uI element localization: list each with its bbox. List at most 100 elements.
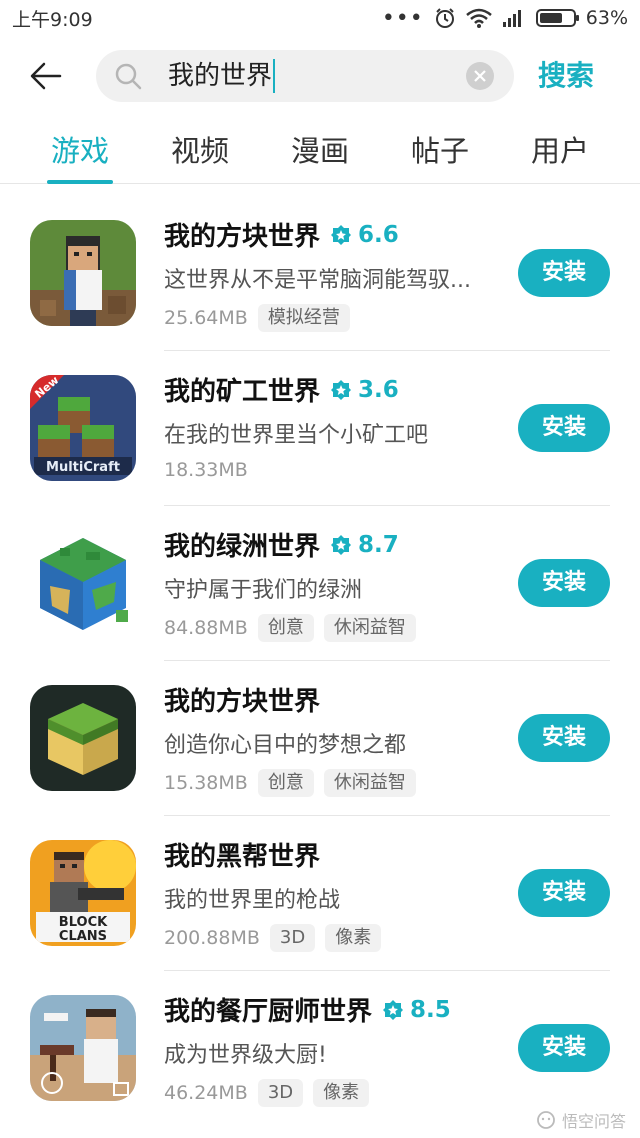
alarm-clock-icon (435, 8, 454, 28)
rating: 3.6 (330, 377, 399, 403)
app-description: 守护属于我们的绿洲 (164, 578, 363, 603)
rating: 8.7 (330, 532, 399, 558)
app-title: 我的绿洲世界 (164, 532, 321, 562)
clear-icon[interactable] (466, 62, 494, 90)
app-tag[interactable]: 休闲益智 (323, 614, 416, 642)
app-meta: 25.64MB 模拟经营 (164, 304, 350, 332)
status-time: 上午9:09 (12, 8, 93, 31)
app-list-item[interactable]: 我的绿洲世界 8.7 守护属于我们的绿洲 84.88MB 创意 休闲益智 安装 (0, 506, 640, 661)
signal-bars-icon (502, 10, 521, 27)
grass-block-icon (30, 685, 136, 791)
rating: 6.6 (330, 222, 399, 248)
app-name: 我的矿工世界 3.6 (164, 371, 399, 408)
chat-bubble-icon (537, 1111, 555, 1129)
app-list-item[interactable]: BLOCK CLANS 我的黑帮世界 我的世界里的枪战 200.88MB 3D … (0, 816, 640, 971)
app-tag[interactable]: 模拟经营 (257, 304, 350, 332)
app-description: 在我的世界里当个小矿工吧 (164, 423, 429, 448)
block-clans-icon: BLOCK CLANS (30, 840, 136, 946)
tab-videos[interactable]: 视频 (167, 124, 233, 184)
install-button[interactable]: 安装 (518, 869, 610, 917)
svg-text:MultiCraft: MultiCraft (46, 460, 120, 475)
app-list-item[interactable]: New MultiCraft 我的矿工世界 3.6 在我的世界里当个小矿工吧 1… (0, 351, 640, 506)
app-size: 84.88MB (164, 617, 248, 639)
battery-percent: 63% (585, 7, 628, 29)
restaurant-chef-icon (30, 995, 136, 1101)
tab-users[interactable]: 用户 (527, 124, 593, 184)
install-button[interactable]: 安装 (518, 559, 610, 607)
search-query-text: 我的世界 (168, 61, 273, 91)
app-list-item[interactable]: 我的方块世界 创造你心目中的梦想之都 15.38MB 创意 休闲益智 安装 (0, 661, 640, 816)
app-name: 我的绿洲世界 8.7 (164, 526, 399, 563)
app-meta: 18.33MB (164, 459, 248, 481)
block-world-character-icon (30, 220, 136, 326)
svg-text:CLANS: CLANS (59, 929, 107, 944)
watermark: 悟空问答 (536, 1108, 626, 1132)
app-size: 25.64MB (164, 307, 248, 329)
rating-value: 8.5 (410, 996, 451, 1023)
app-meta: 200.88MB 3D 像素 (164, 924, 382, 952)
rating: 8.5 (382, 997, 451, 1023)
rating-badge-icon (331, 534, 352, 555)
rating-badge-icon (331, 379, 352, 400)
search-icon (115, 63, 142, 90)
app-description: 这世界从不是平常脑洞能驾驭... (164, 268, 471, 293)
app-tag[interactable]: 创意 (257, 769, 314, 797)
rating-value: 8.7 (358, 531, 399, 558)
battery-icon (535, 9, 579, 27)
tab-comics[interactable]: 漫画 (287, 124, 353, 184)
tab-games[interactable]: 游戏 (46, 124, 114, 184)
app-list-item[interactable]: 我的方块世界 6.6 这世界从不是平常脑洞能驾驭... 25.64MB 模拟经营… (0, 196, 640, 351)
app-title: 我的方块世界 (164, 222, 321, 252)
search-button[interactable]: 搜索 (538, 54, 594, 98)
status-bar: 上午9:09 ••• 63% (0, 0, 640, 36)
rating-badge-icon (331, 224, 352, 245)
app-list-item[interactable]: 我的餐厅厨师世界 8.5 成为世界级大厨! 46.24MB 3D 像素 安装 (0, 971, 640, 1126)
app-size: 18.33MB (164, 459, 248, 481)
rating-badge-icon (383, 999, 404, 1020)
globe-cube-icon (30, 530, 136, 636)
app-tag[interactable]: 休闲益智 (323, 769, 416, 797)
rating-value: 6.6 (358, 221, 399, 248)
app-meta: 84.88MB 创意 休闲益智 (164, 614, 416, 642)
app-size: 200.88MB (164, 927, 260, 949)
text-caret (273, 59, 276, 93)
app-tag[interactable]: 像素 (325, 924, 382, 952)
rating-value: 3.6 (358, 376, 399, 403)
watermark-text: 悟空问答 (561, 1112, 626, 1131)
back-arrow-icon (30, 62, 62, 90)
app-tag[interactable]: 3D (269, 924, 316, 952)
app-tag[interactable]: 3D (257, 1079, 304, 1107)
status-icons: ••• 63% (382, 6, 628, 31)
wifi-icon (465, 8, 492, 28)
app-size: 15.38MB (164, 772, 248, 794)
app-description: 成为世界级大厨! (164, 1043, 327, 1068)
app-meta: 15.38MB 创意 休闲益智 (164, 769, 416, 797)
app-tag[interactable]: 像素 (313, 1079, 370, 1107)
app-tag[interactable]: 创意 (257, 614, 314, 642)
app-name: 我的餐厅厨师世界 8.5 (164, 991, 451, 1028)
install-button[interactable]: 安装 (518, 249, 610, 297)
tab-posts[interactable]: 帖子 (407, 124, 473, 184)
back-button[interactable] (26, 58, 66, 94)
install-button[interactable]: 安装 (518, 714, 610, 762)
app-description: 创造你心目中的梦想之都 (164, 733, 407, 758)
app-title: 我的黑帮世界 (164, 842, 321, 872)
multicraft-icon: New MultiCraft (30, 375, 136, 481)
app-name: 我的方块世界 6.6 (164, 216, 399, 253)
install-button[interactable]: 安装 (518, 1024, 610, 1072)
app-title: 我的餐厅厨师世界 (164, 997, 373, 1027)
search-box[interactable]: 我的世界 (96, 50, 514, 102)
search-row: 我的世界 搜索 (0, 48, 640, 104)
app-name: 我的黑帮世界 (164, 836, 320, 873)
category-tabs: 游戏 视频 漫画 帖子 用户 (0, 124, 640, 184)
app-list: 我的方块世界 6.6 这世界从不是平常脑洞能驾驭... 25.64MB 模拟经营… (0, 196, 640, 1126)
svg-text:BLOCK: BLOCK (59, 915, 108, 930)
app-meta: 46.24MB 3D 像素 (164, 1079, 370, 1107)
app-title: 我的方块世界 (164, 687, 321, 717)
more-dots-icon: ••• (381, 5, 424, 31)
search-input[interactable]: 我的世界 (168, 50, 276, 102)
install-button[interactable]: 安装 (518, 404, 610, 452)
app-title: 我的矿工世界 (164, 377, 321, 407)
app-size: 46.24MB (164, 1082, 248, 1104)
app-name: 我的方块世界 (164, 681, 320, 718)
